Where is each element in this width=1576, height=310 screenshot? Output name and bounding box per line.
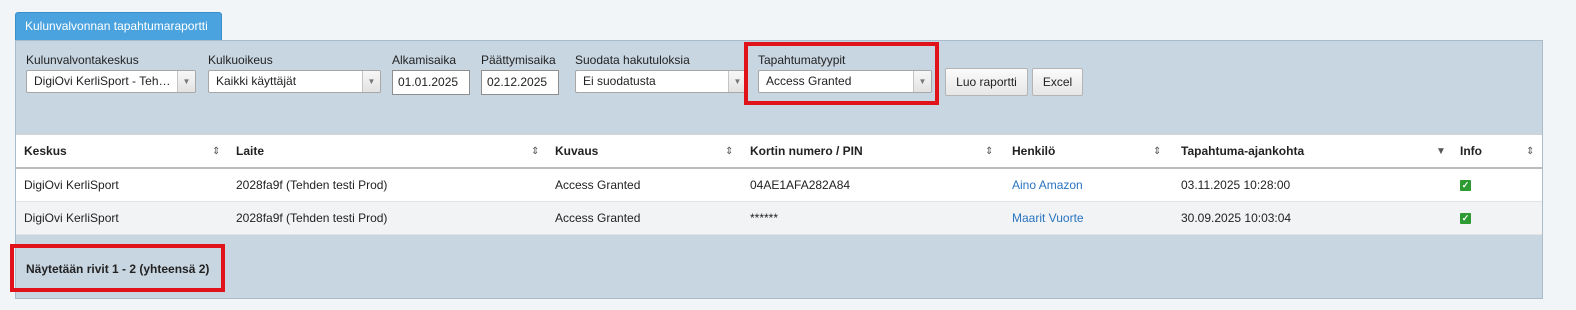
access-right-label: Kulkuoikeus — [208, 53, 273, 67]
col-header-center[interactable]: Keskus — [24, 135, 67, 168]
col-header-person[interactable]: Henkilö — [1012, 135, 1055, 168]
start-date-label: Alkamisaika — [392, 53, 457, 67]
tab-event-report[interactable]: Kulunvalvonnan tapahtumaraportti — [15, 12, 222, 41]
filter-results-select[interactable]: Ei suodatusta ▼ — [575, 70, 747, 93]
sort-updown-icon[interactable]: ⇕ — [531, 135, 539, 168]
excel-button[interactable]: Excel — [1032, 68, 1083, 96]
cell-time: 03.11.2025 10:28:00 — [1181, 178, 1291, 192]
cell-center: DigiOvi KerliSport — [24, 178, 119, 192]
chevron-down-icon[interactable]: ▼ — [362, 71, 380, 92]
filter-results-label: Suodata hakutuloksia — [575, 53, 690, 67]
filter-start-date: Alkamisaika 01.01.2025 — [392, 53, 470, 95]
cell-device: 2028fa9f (Tehden testi Prod) — [236, 211, 388, 225]
filter-results: Suodata hakutuloksia Ei suodatusta ▼ — [575, 53, 747, 93]
end-date-label: Päättymisaika — [481, 53, 556, 67]
cell-device: 2028fa9f (Tehden testi Prod) — [236, 178, 388, 192]
table-row[interactable]: DigiOvi KerliSport 2028fa9f (Tehden test… — [16, 202, 1542, 235]
end-date-input[interactable]: 02.12.2025 — [481, 70, 559, 95]
col-header-device[interactable]: Laite — [236, 135, 264, 168]
access-right-select[interactable]: Kaikki käyttäjät ▼ — [208, 70, 381, 93]
sort-updown-icon[interactable]: ⇕ — [1153, 135, 1161, 168]
checkbox-checked-icon[interactable]: ✓ — [1460, 180, 1471, 191]
cell-card: 04AE1AFA282A84 — [750, 178, 851, 192]
filter-results-select-value: Ei suodatusta — [583, 74, 656, 88]
cell-time: 30.09.2025 10:03:04 — [1181, 211, 1292, 225]
center-select-value: DigiOvi KerliSport - Tehd... — [34, 74, 176, 88]
chevron-down-icon[interactable]: ▼ — [177, 71, 195, 92]
col-header-card[interactable]: Kortin numero / PIN — [750, 135, 863, 168]
checkbox-checked-icon[interactable]: ✓ — [1460, 213, 1471, 224]
sort-updown-icon[interactable]: ⇕ — [985, 135, 993, 168]
person-link[interactable]: Aino Amazon — [1012, 169, 1083, 202]
cell-description: Access Granted — [555, 178, 641, 192]
highlight-pagination-summary — [10, 244, 225, 292]
report-panel: Kulunvalvontakeskus DigiOvi KerliSport -… — [10, 40, 1543, 299]
sort-desc-icon[interactable]: ▼ — [1436, 135, 1446, 168]
center-label: Kulunvalvontakeskus — [26, 53, 139, 67]
cell-description: Access Granted — [555, 211, 641, 225]
sort-updown-icon[interactable]: ⇕ — [725, 135, 733, 168]
create-report-button[interactable]: Luo raportti — [945, 68, 1028, 96]
sort-updown-icon[interactable]: ⇕ — [212, 135, 220, 168]
highlight-event-types — [744, 42, 939, 105]
results-table: Keskus ⇕ Laite ⇕ Kuvaus ⇕ Kortin numero … — [16, 134, 1542, 235]
cell-center: DigiOvi KerliSport — [24, 211, 119, 225]
table-row[interactable]: DigiOvi KerliSport 2028fa9f (Tehden test… — [16, 169, 1542, 202]
filter-end-date: Päättymisaika 02.12.2025 — [481, 53, 559, 95]
cell-card: ****** — [750, 211, 779, 225]
person-link[interactable]: Maarit Vuorte — [1012, 202, 1084, 235]
col-header-info[interactable]: Info — [1460, 135, 1482, 168]
center-select[interactable]: DigiOvi KerliSport - Tehd... ▼ — [26, 70, 196, 93]
filter-center: Kulunvalvontakeskus DigiOvi KerliSport -… — [26, 53, 196, 93]
sort-updown-icon[interactable]: ⇕ — [1526, 135, 1534, 168]
col-header-description[interactable]: Kuvaus — [555, 135, 598, 168]
start-date-input[interactable]: 01.01.2025 — [392, 70, 470, 95]
filter-access-right: Kulkuoikeus Kaikki käyttäjät ▼ — [208, 53, 381, 93]
col-header-time[interactable]: Tapahtuma-ajankohta — [1181, 135, 1304, 168]
table-header: Keskus ⇕ Laite ⇕ Kuvaus ⇕ Kortin numero … — [16, 134, 1542, 169]
access-right-select-value: Kaikki käyttäjät — [216, 74, 297, 88]
